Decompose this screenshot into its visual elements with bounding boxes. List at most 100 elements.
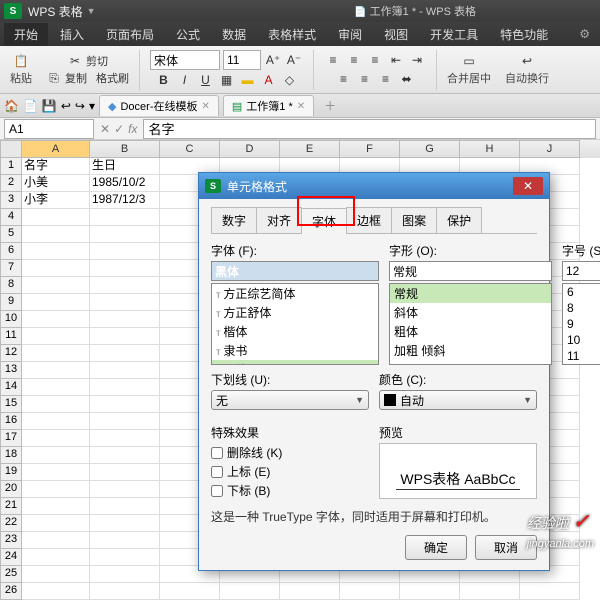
align-top-button[interactable]: ≡: [324, 51, 342, 69]
row-header[interactable]: 21: [0, 498, 22, 515]
cell[interactable]: [90, 430, 160, 447]
list-item[interactable]: 6: [563, 284, 600, 300]
row-header[interactable]: 16: [0, 413, 22, 430]
list-item[interactable]: 方正舒体: [212, 303, 378, 322]
border-button[interactable]: ▦: [218, 71, 236, 89]
underline-button[interactable]: U: [197, 71, 215, 89]
menu-table-style[interactable]: 表格样式: [258, 23, 326, 46]
align-center-button[interactable]: ≡: [356, 70, 374, 88]
cell[interactable]: [22, 498, 90, 515]
cell[interactable]: [90, 328, 160, 345]
row-header[interactable]: 1: [0, 158, 22, 175]
cut-button[interactable]: ✂剪切: [67, 53, 108, 69]
list-item[interactable]: 8: [563, 300, 600, 316]
cell[interactable]: [90, 294, 160, 311]
name-box[interactable]: [4, 119, 94, 139]
cell[interactable]: [22, 464, 90, 481]
quick-more-icon[interactable]: ▾: [89, 99, 95, 113]
row-header[interactable]: 25: [0, 566, 22, 583]
dialog-close-button[interactable]: ✕: [513, 177, 543, 195]
cell[interactable]: [22, 566, 90, 583]
cell[interactable]: [400, 583, 460, 600]
cell[interactable]: [90, 498, 160, 515]
align-right-button[interactable]: ≡: [377, 70, 395, 88]
cell[interactable]: [22, 549, 90, 566]
row-header[interactable]: 7: [0, 260, 22, 277]
list-item[interactable]: 粗体: [390, 322, 551, 341]
cell[interactable]: [22, 209, 90, 226]
cell[interactable]: [90, 413, 160, 430]
cell[interactable]: [90, 311, 160, 328]
cell[interactable]: [90, 243, 160, 260]
cell[interactable]: [280, 583, 340, 600]
font-listbox[interactable]: 方正综艺简体 方正舒体 楷体 隶书 黑体 Adobe 仿宋 Std R: [211, 283, 379, 365]
cell[interactable]: [90, 362, 160, 379]
close-icon[interactable]: ✕: [297, 101, 305, 112]
row-header[interactable]: 4: [0, 209, 22, 226]
quick-redo-icon[interactable]: ↪: [75, 99, 85, 113]
tab-border[interactable]: 边框: [346, 207, 392, 233]
cell[interactable]: [22, 583, 90, 600]
cell[interactable]: [90, 549, 160, 566]
tab-pattern[interactable]: 图案: [391, 207, 437, 233]
cell[interactable]: [90, 209, 160, 226]
enter-formula-icon[interactable]: ✓: [114, 122, 124, 136]
cell[interactable]: [22, 345, 90, 362]
cell[interactable]: [160, 583, 220, 600]
tab-docer[interactable]: ◆Docer-在线模板✕: [99, 95, 219, 116]
cell[interactable]: [90, 532, 160, 549]
row-header[interactable]: 15: [0, 396, 22, 413]
row-header[interactable]: 17: [0, 430, 22, 447]
col-header-b[interactable]: B: [90, 140, 160, 158]
size-listbox[interactable]: 6 8 9 10 11 12: [562, 283, 600, 365]
row-header[interactable]: 14: [0, 379, 22, 396]
cell[interactable]: [22, 311, 90, 328]
row-header[interactable]: 18: [0, 447, 22, 464]
menu-insert[interactable]: 插入: [50, 23, 94, 46]
list-item[interactable]: 11: [563, 348, 600, 364]
dialog-titlebar[interactable]: S 单元格格式 ✕: [199, 173, 549, 199]
cell[interactable]: [22, 294, 90, 311]
quick-home-icon[interactable]: 🏠: [4, 99, 19, 113]
font-color-button[interactable]: A: [260, 71, 278, 89]
cell[interactable]: [22, 481, 90, 498]
cell[interactable]: 名字: [22, 158, 90, 175]
decrease-font-button[interactable]: A⁻: [285, 51, 303, 69]
align-left-button[interactable]: ≡: [335, 70, 353, 88]
menu-data[interactable]: 数据: [212, 23, 256, 46]
font-size-select[interactable]: [223, 50, 261, 70]
italic-button[interactable]: I: [176, 71, 194, 89]
tab-workbook[interactable]: ▤工作簿1 *✕: [223, 95, 314, 116]
col-header-j[interactable]: J: [520, 140, 580, 158]
list-item[interactable]: 10: [563, 332, 600, 348]
indent-left-button[interactable]: ⇤: [387, 51, 405, 69]
row-header[interactable]: 12: [0, 345, 22, 362]
formula-input[interactable]: [143, 119, 596, 139]
menu-view[interactable]: 视图: [374, 23, 418, 46]
cell[interactable]: [22, 413, 90, 430]
cell[interactable]: [90, 447, 160, 464]
col-header-a[interactable]: A: [22, 140, 90, 158]
menu-dev-tools[interactable]: 开发工具: [420, 23, 488, 46]
row-header[interactable]: 8: [0, 277, 22, 294]
super-check[interactable]: 上标 (E): [211, 462, 369, 481]
clear-format-button[interactable]: ◇: [281, 71, 299, 89]
align-middle-button[interactable]: ≡: [345, 51, 363, 69]
menu-features[interactable]: 特色功能: [490, 23, 558, 46]
copy-button[interactable]: ⎘复制格式刷: [46, 70, 129, 86]
list-item[interactable]: 9: [563, 316, 600, 332]
menu-page-layout[interactable]: 页面布局: [96, 23, 164, 46]
font-name-select[interactable]: [150, 50, 220, 70]
fill-color-button[interactable]: ▬: [239, 71, 257, 89]
list-item[interactable]: 楷体: [212, 322, 378, 341]
fx-icon[interactable]: fx: [128, 122, 137, 136]
row-header[interactable]: 2: [0, 175, 22, 192]
row-header[interactable]: 23: [0, 532, 22, 549]
format-painter-label[interactable]: 格式刷: [96, 70, 129, 86]
col-header-g[interactable]: G: [400, 140, 460, 158]
cell[interactable]: [90, 481, 160, 498]
list-item[interactable]: 加粗 倾斜: [390, 341, 551, 360]
quick-new-icon[interactable]: 📄: [23, 99, 38, 113]
cell[interactable]: 1987/12/3: [90, 192, 160, 209]
increase-font-button[interactable]: A⁺: [264, 51, 282, 69]
